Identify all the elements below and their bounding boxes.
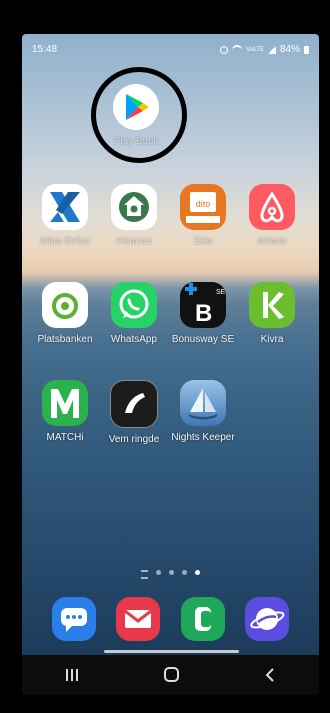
app-label: Nights Keeper <box>171 432 235 443</box>
page-dot <box>182 570 187 575</box>
chat-bubble-icon <box>61 608 88 632</box>
app-hemnet[interactable]: Hemnet <box>102 184 166 247</box>
internet-button[interactable] <box>244 597 289 641</box>
messages-button[interactable] <box>52 597 97 641</box>
alarm-icon <box>220 45 229 54</box>
back-button[interactable] <box>255 663 285 687</box>
phone-button[interactable] <box>180 597 225 641</box>
app-label: Platsbanken <box>37 334 93 345</box>
planet-icon <box>250 608 285 630</box>
wifi-icon <box>232 44 243 55</box>
app-label: Mina förfon <box>39 236 91 247</box>
svg-text:SE: SE <box>216 289 226 296</box>
kivra-icon <box>249 282 295 328</box>
envelope-icon <box>124 609 153 628</box>
dito-book-icon: dito <box>180 184 226 230</box>
app-whatsapp[interactable]: WhatsApp <box>102 282 166 345</box>
recent-apps-icon <box>65 669 78 681</box>
app-label: MATCHi <box>46 432 84 443</box>
recent-apps-button[interactable] <box>57 663 87 687</box>
app-airbnb[interactable]: Airbnb <box>240 184 304 247</box>
app-label: Airbnb <box>257 236 287 247</box>
svg-text:B: B <box>195 300 212 327</box>
email-button[interactable] <box>116 597 161 641</box>
phone-frame: 15:48 VoLTE 84% Play Butik Mina förfon H… <box>0 0 330 713</box>
home-button[interactable] <box>156 663 186 687</box>
app-vem-ringde[interactable]: Vem ringde <box>102 380 166 445</box>
app-platsbanken[interactable]: Platsbanken <box>33 282 97 345</box>
app-label: Bonusway SE <box>171 334 235 345</box>
app-dito[interactable]: dito Dito <box>171 184 235 247</box>
whatsapp-icon <box>111 282 157 328</box>
app-mina-forfon[interactable]: Mina förfon <box>33 184 97 247</box>
page-dot-active <box>195 570 200 575</box>
app-label: WhatsApp <box>110 334 158 345</box>
app-label: Vem ringde <box>108 434 160 445</box>
home-menu-icon <box>141 570 148 579</box>
x-logo-icon <box>42 184 88 230</box>
vem-ringde-icon <box>110 380 158 428</box>
nights-keeper-icon <box>180 380 226 426</box>
home-icon <box>163 667 179 682</box>
bonusway-icon: SE B <box>180 282 226 328</box>
dock-divider <box>104 650 239 653</box>
navigation-bar <box>22 655 319 695</box>
status-bar: 15:48 VoLTE 84% <box>32 44 309 58</box>
app-label: Kivra <box>260 334 284 345</box>
app-label: Dito <box>194 236 212 247</box>
page-dot <box>169 570 174 575</box>
platsbanken-icon <box>42 282 88 328</box>
signal-icon <box>267 45 276 54</box>
battery-text: 84% <box>279 44 300 55</box>
app-bonusway[interactable]: SE B Bonusway SE <box>171 282 235 345</box>
hemnet-house-icon <box>111 184 157 230</box>
status-time: 15:48 <box>32 44 58 55</box>
network-label: VoLTE <box>246 46 264 53</box>
phone-icon <box>194 607 211 631</box>
page-indicator[interactable] <box>22 570 319 579</box>
matchi-icon <box>42 380 88 426</box>
back-chevron-icon <box>265 668 274 682</box>
battery-icon <box>304 45 309 54</box>
app-nights-keeper[interactable]: Nights Keeper <box>171 380 235 443</box>
app-kivra[interactable]: Kivra <box>240 282 304 345</box>
home-screen: 15:48 VoLTE 84% Play Butik Mina förfon H… <box>22 34 319 695</box>
dock <box>42 597 299 641</box>
status-icons: VoLTE 84% <box>220 44 309 55</box>
airbnb-icon <box>249 184 295 230</box>
page-dot <box>156 570 161 575</box>
app-label: Hemnet <box>116 236 152 247</box>
app-matchi[interactable]: MATCHi <box>33 380 97 443</box>
svg-text:dito: dito <box>196 199 211 209</box>
highlight-circle <box>91 67 187 163</box>
